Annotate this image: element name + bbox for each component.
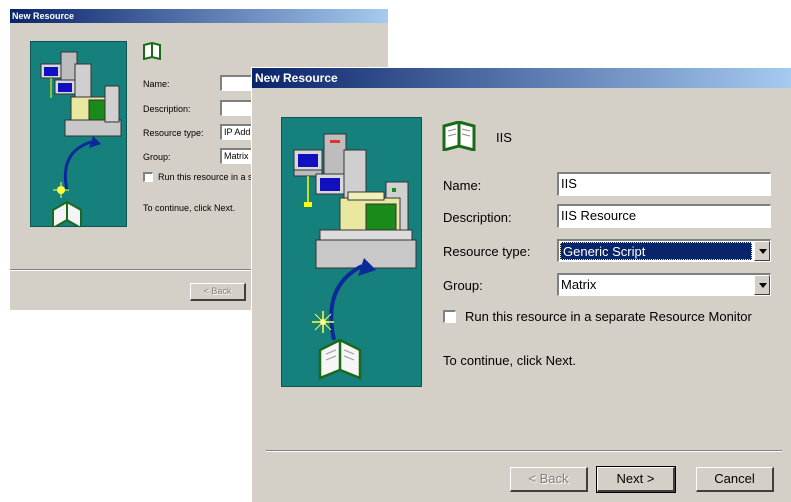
- chevron-down-icon: [759, 249, 767, 254]
- resource-type-select[interactable]: Generic Script: [557, 239, 771, 262]
- back-wizard-illustration-panel: [30, 41, 127, 227]
- back-dialog-titlebar[interactable]: New Resource: [10, 9, 388, 23]
- back-open-book-icon: [143, 42, 161, 60]
- back-group-label: Group:: [143, 152, 171, 162]
- resource-type-dropdown-button[interactable]: [754, 241, 770, 261]
- new-resource-dialog: New Resource IIS Name: IIS Description: …: [251, 67, 791, 502]
- dialog-titlebar[interactable]: New Resource: [252, 68, 791, 88]
- name-input[interactable]: IIS: [557, 172, 771, 196]
- server-folder-book-illustration: [293, 133, 417, 380]
- back-dialog-title: New Resource: [12, 11, 75, 21]
- button-separator: [266, 450, 782, 452]
- open-book-icon: [442, 121, 476, 151]
- back-continue-text: To continue, click Next.: [143, 203, 236, 213]
- resource-name-heading: IIS: [496, 130, 512, 145]
- separate-monitor-checkbox[interactable]: [443, 310, 456, 323]
- back-resource-type-label: Resource type:: [143, 128, 204, 138]
- back-name-label: Name:: [143, 79, 170, 89]
- sparkle-icon: [312, 311, 334, 333]
- dialog-title: New Resource: [255, 71, 338, 85]
- description-input[interactable]: IIS Resource: [557, 204, 771, 228]
- back-separate-monitor-label: Run this resource in a se: [158, 172, 258, 182]
- group-select[interactable]: Matrix: [557, 273, 771, 296]
- name-label: Name:: [443, 178, 482, 193]
- back-back-button[interactable]: < Back: [190, 283, 246, 301]
- cancel-button[interactable]: Cancel: [696, 467, 774, 492]
- back-button[interactable]: < Back: [510, 467, 588, 492]
- group-dropdown-button[interactable]: [754, 275, 770, 295]
- wizard-illustration-panel: [281, 117, 422, 387]
- back-separate-monitor-checkbox[interactable]: [143, 172, 153, 182]
- resource-type-label: Resource type:: [443, 244, 531, 259]
- group-label: Group:: [443, 278, 483, 293]
- next-button[interactable]: Next >: [596, 466, 676, 493]
- continue-instruction: To continue, click Next.: [443, 353, 576, 368]
- back-description-label: Description:: [143, 104, 191, 114]
- description-label: Description:: [443, 210, 512, 225]
- chevron-down-icon: [759, 283, 767, 288]
- separate-monitor-label: Run this resource in a separate Resource…: [465, 309, 752, 324]
- server-folder-book-illustration: [40, 51, 122, 226]
